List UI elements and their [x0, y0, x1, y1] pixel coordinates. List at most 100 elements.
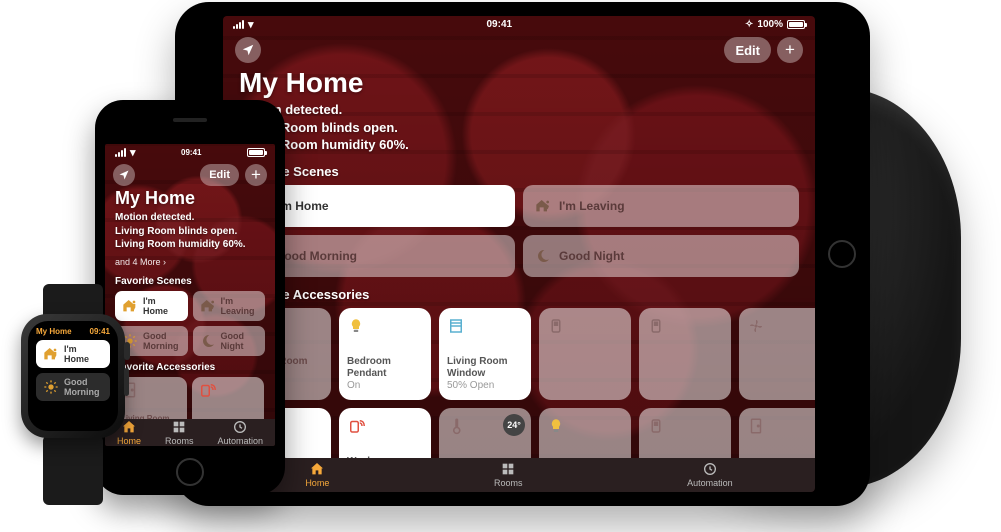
bluetooth-icon: ✧ [745, 19, 753, 30]
scene-label: I'm Home [64, 344, 103, 364]
status-summary: Motion detected. Living Room blinds open… [239, 101, 799, 154]
scene-good-night[interactable]: Good Night [523, 235, 799, 277]
scenes-section-label: Favorite Scenes [105, 270, 275, 291]
scene-i-m-leaving[interactable]: I'm Leaving [523, 185, 799, 227]
accessory-tile[interactable]: 24°Living RoomTemperature [439, 408, 531, 458]
moon-icon [535, 248, 551, 264]
status-line: Motion detected. [239, 101, 799, 119]
accessory-tile[interactable] [639, 408, 731, 458]
ipad-home-button[interactable] [828, 240, 856, 268]
watch-crown[interactable] [124, 342, 130, 360]
switch-icon [547, 316, 623, 336]
rooms-icon [171, 419, 187, 435]
scene-label: Good Morning [275, 249, 357, 263]
bulb-icon [347, 316, 423, 336]
tile-state: 50% Open [447, 380, 523, 392]
battery-icon [247, 148, 265, 157]
tab-label: Automation [217, 436, 263, 446]
scene-label: Good Night [559, 249, 624, 263]
tile-room: Living Room [447, 356, 523, 368]
watch-screen: My Home 09:41 I'm Home Good Morning [28, 321, 118, 431]
tab-label: Rooms [165, 436, 194, 446]
location-arrow-icon [118, 169, 130, 181]
tab-rooms[interactable]: Rooms [494, 461, 523, 488]
accessories-section-label: Favorite Accessories [223, 277, 815, 308]
tab-automation[interactable]: Automation [687, 461, 733, 488]
accessory-tile[interactable]: Living RoomWindow50% Open [439, 308, 531, 400]
accessory-tile[interactable]: WashroomMotionTriggered [339, 408, 431, 458]
leave-person-icon [200, 298, 216, 314]
moon-icon [200, 333, 216, 349]
tab-bar: Home Rooms Automation [223, 458, 815, 492]
watch-title: My Home [36, 327, 72, 336]
location-button[interactable] [235, 37, 261, 63]
add-button[interactable]: + [245, 164, 267, 186]
accessory-tile[interactable] [739, 408, 815, 458]
more-status-link[interactable]: and 4 More › [115, 257, 166, 267]
edit-button[interactable]: Edit [200, 164, 239, 186]
tile-name: Window [447, 368, 523, 380]
status-line: Living Room humidity 60%. [115, 238, 265, 252]
switch-icon [647, 416, 723, 436]
tab-automation[interactable]: Automation [217, 419, 263, 446]
edit-button[interactable]: Edit [724, 37, 771, 63]
page-title: My Home [115, 188, 265, 209]
watch-band [43, 435, 103, 505]
page-title: My Home [239, 67, 799, 99]
automation-icon [232, 419, 248, 435]
rooms-icon [500, 461, 516, 477]
tab-rooms[interactable]: Rooms [165, 419, 194, 446]
watch-time: 09:41 [90, 327, 110, 336]
status-line: Living Room humidity 60%. [239, 136, 799, 154]
status-line: Living Room blinds open. [115, 225, 265, 239]
temp-badge: 24° [503, 414, 525, 436]
signal-icon [115, 148, 126, 157]
scene-label: Good Night [221, 331, 259, 351]
scene-good-night[interactable]: Good Night [193, 326, 266, 356]
scene-label: I'm Home [143, 296, 181, 316]
status-time: 09:41 [181, 148, 201, 157]
location-button[interactable] [113, 164, 135, 186]
door-icon [747, 416, 815, 436]
tab-label: Automation [687, 478, 733, 488]
watch-scene-i-m-home[interactable]: I'm Home [36, 340, 110, 368]
status-bar: ▾︎ 09:41 ✧ 100% [223, 16, 815, 33]
accessory-tile[interactable] [539, 408, 631, 458]
accessory-tile[interactable] [739, 308, 815, 400]
signal-icon [233, 20, 244, 29]
tile-room: Bedroom [347, 356, 423, 368]
add-button[interactable]: + [777, 37, 803, 63]
window-icon [447, 316, 523, 336]
iphone-speaker [173, 118, 207, 122]
watch-side-button[interactable] [124, 368, 129, 396]
accessory-tile[interactable]: BedroomPendantOn [339, 308, 431, 400]
tile-name: Pendant [347, 368, 423, 380]
motion-icon [198, 383, 258, 397]
tab-home[interactable]: Home [305, 461, 329, 488]
status-line: Motion detected. [115, 211, 265, 225]
location-arrow-icon [241, 43, 255, 57]
ipad-screen: ▾︎ 09:41 ✧ 100% Edit + [223, 16, 815, 492]
accessory-tile[interactable] [539, 308, 631, 400]
watch-device: My Home 09:41 I'm Home Good Morning [3, 292, 143, 497]
tab-label: Rooms [494, 478, 523, 488]
scene-i-m-leaving[interactable]: I'm Leaving [193, 291, 266, 321]
automation-icon [702, 461, 718, 477]
status-line: Living Room blinds open. [239, 119, 799, 137]
watch-scene-good-morning[interactable]: Good Morning [36, 373, 110, 401]
bulb-icon [547, 416, 623, 436]
motion-icon [347, 416, 423, 436]
iphone-home-button[interactable] [176, 458, 204, 486]
fan-icon [747, 316, 815, 336]
battery-pct: 100% [757, 19, 783, 30]
wifi-icon: ▾︎ [130, 146, 136, 159]
accessory-tile[interactable]: WashroomMotion [192, 377, 264, 420]
accessory-tile[interactable] [639, 308, 731, 400]
status-time: 09:41 [486, 19, 512, 30]
switch-icon [647, 316, 723, 336]
battery-icon [787, 20, 805, 29]
home-icon [309, 461, 325, 477]
status-summary: Motion detected. Living Room blinds open… [115, 211, 265, 252]
status-bar: ▾︎ 09:41 [105, 144, 275, 161]
sun-icon [43, 379, 59, 395]
